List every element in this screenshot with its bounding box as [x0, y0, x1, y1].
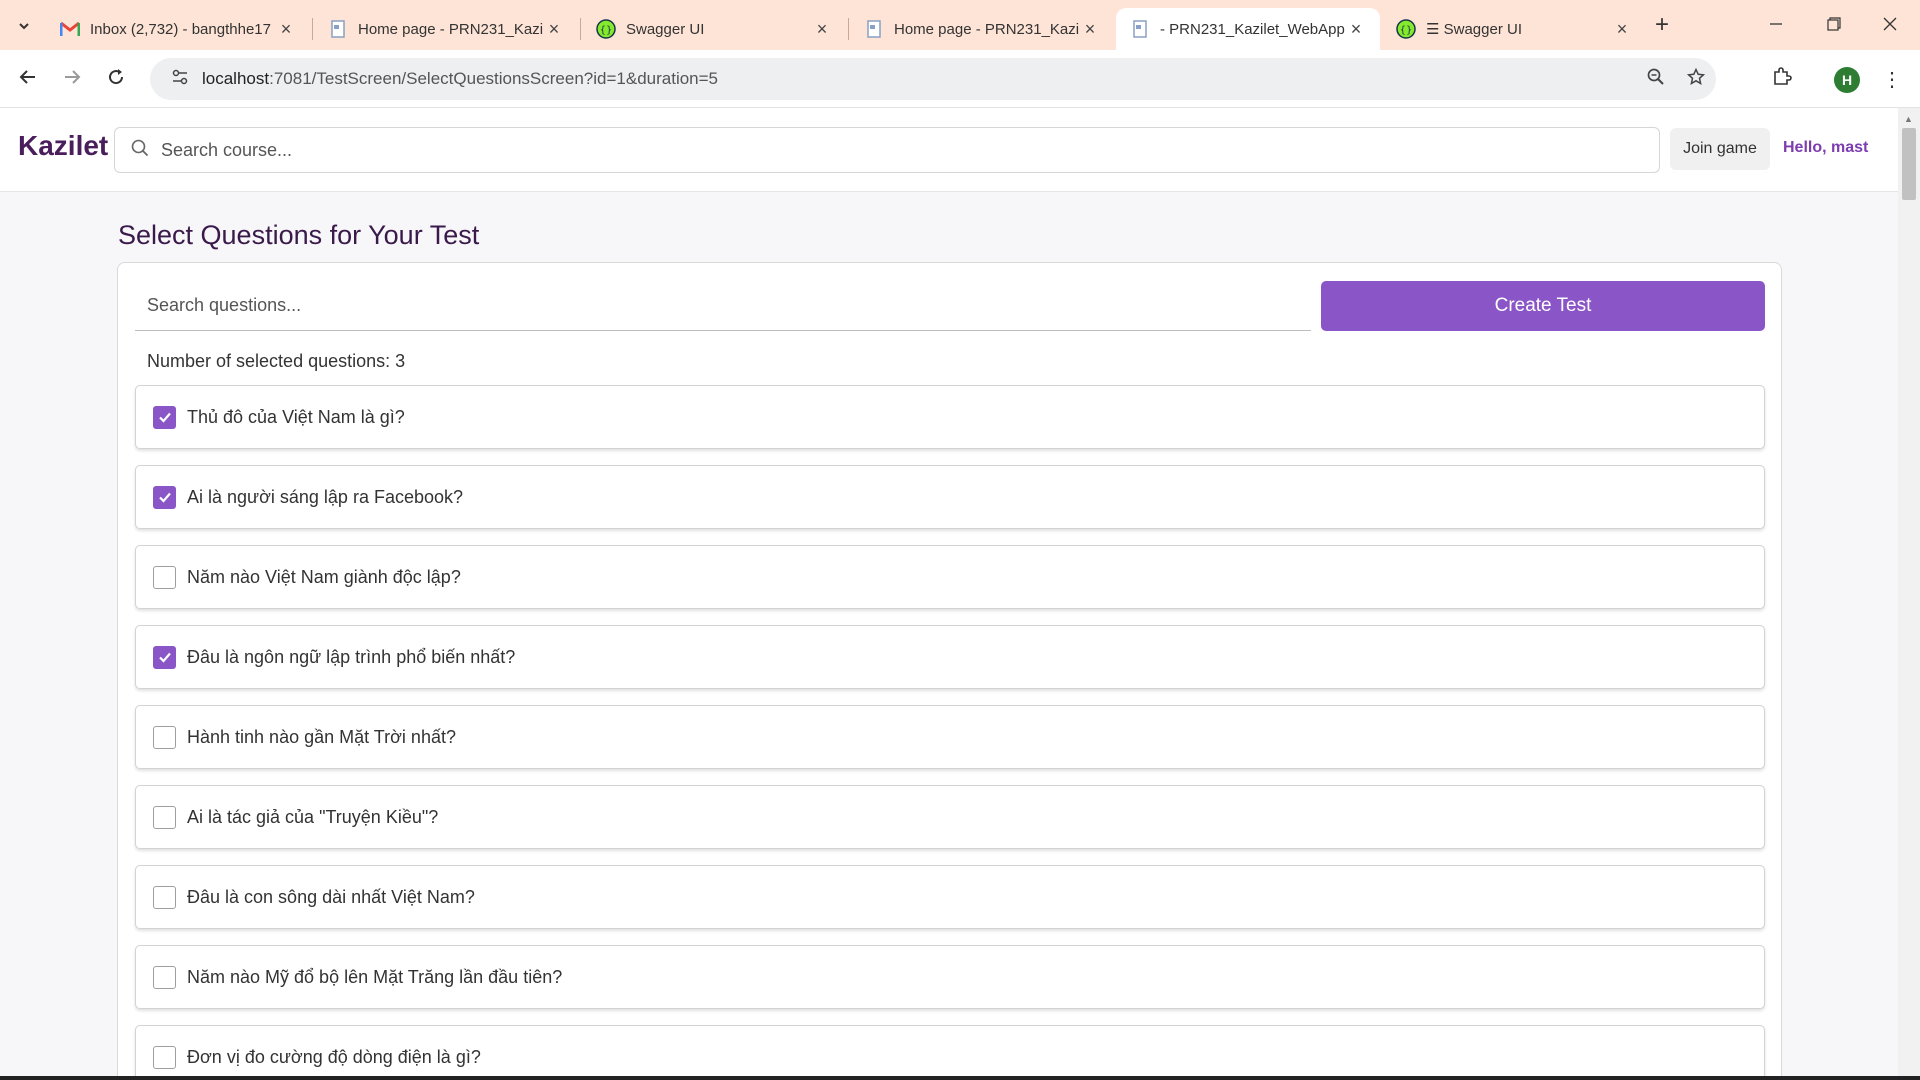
page-viewport: Kazilet Join game Hello, mast Select Que…	[0, 108, 1898, 1080]
forward-arrow-icon[interactable]	[56, 64, 88, 96]
site-header: Kazilet Join game Hello, mast	[0, 108, 1898, 192]
question-text: Đâu là ngôn ngữ lập trình phổ biến nhất?	[187, 646, 516, 667]
close-tab-icon[interactable]: ×	[812, 19, 832, 40]
bookmark-star-icon[interactable]	[1676, 67, 1716, 91]
close-tab-icon[interactable]: ×	[276, 19, 296, 40]
search-icon	[129, 139, 151, 162]
question-list: Thủ đô của Việt Nam là gì? Ai là người sá…	[135, 385, 1765, 1080]
question-search-input[interactable]	[135, 281, 1311, 331]
question-text: Ai là tác giả của "Truyện Kiều"?	[187, 806, 439, 827]
tab-title: Home page - PRN231_Kazilet	[894, 20, 1080, 38]
profile-avatar[interactable]: H	[1834, 67, 1860, 93]
close-tab-icon[interactable]: ×	[1612, 19, 1632, 40]
tab-title: Swagger UI	[626, 20, 705, 38]
close-tab-icon[interactable]: ×	[1346, 19, 1366, 40]
checkmark-icon	[158, 492, 171, 503]
question-checkbox[interactable]	[153, 1045, 176, 1069]
reload-icon[interactable]	[100, 64, 132, 96]
question-item[interactable]: Đâu là con sông dài nhất Việt Nam?	[135, 865, 1765, 929]
browser-tab-swagger-1[interactable]: {} Swagger UI ×	[582, 8, 846, 50]
create-test-button[interactable]: Create Test	[1321, 281, 1765, 331]
question-item[interactable]: Đâu là ngôn ngữ lập trình phổ biến nhất?	[135, 625, 1765, 689]
browser-tab-home-2[interactable]: Home page - PRN231_Kazilet ×	[850, 8, 1114, 50]
question-checkbox-checked[interactable]	[153, 405, 176, 429]
restore-icon[interactable]	[1814, 10, 1854, 40]
tab-title: Home page - PRN231_Kazilet	[358, 20, 544, 38]
join-game-button[interactable]: Join game	[1670, 128, 1770, 170]
question-checkbox[interactable]	[153, 805, 176, 829]
question-checkbox[interactable]	[153, 965, 176, 989]
selected-count-text: Number of selected questions: 3	[147, 351, 406, 371]
browser-tab-active[interactable]: - PRN231_Kazilet_WebApp ×	[1116, 8, 1380, 50]
zoom-icon[interactable]	[1636, 68, 1676, 91]
question-text: Hành tinh nào gần Mặt Trời nhất?	[187, 726, 456, 747]
user-greeting-link[interactable]: Hello, mast	[1783, 139, 1868, 157]
question-text: Đơn vị đo cường độ dòng điện là gì?	[187, 1046, 481, 1067]
course-search-input[interactable]	[161, 139, 1659, 161]
browser-tab-bar: Inbox (2,732) - bangthhe17 × Home page -…	[0, 0, 1920, 50]
question-text: Ai là người sáng lập ra Facebook?	[187, 486, 464, 507]
question-text: Thủ đô của Việt Nam là gì?	[187, 406, 405, 427]
question-item[interactable]: Đơn vị đo cường độ dòng điện là gì?	[135, 1025, 1765, 1080]
svg-text:{}: {}	[1400, 25, 1413, 36]
tab-divider	[580, 18, 581, 40]
question-checkbox[interactable]	[153, 725, 176, 749]
swagger-icon: {}	[596, 19, 616, 39]
scrollbar-thumb[interactable]	[1902, 128, 1916, 200]
question-text: Năm nào Việt Nam giành độc lập?	[187, 566, 461, 587]
brand-logo[interactable]: Kazilet	[18, 130, 108, 162]
page-scrollbar[interactable]: ▲	[1898, 108, 1920, 1080]
tab-title: ☰ Swagger UI	[1426, 21, 1522, 38]
new-tab-plus-icon[interactable]: +	[1648, 12, 1676, 40]
tab-search-chevron-icon[interactable]	[10, 12, 38, 40]
page-icon	[864, 19, 884, 39]
tab-title: Inbox (2,732) - bangthhe17	[90, 20, 271, 38]
page-title: Select Questions for Your Test	[118, 220, 480, 250]
page-icon	[328, 19, 348, 39]
svg-text:{}: {}	[600, 25, 613, 36]
browser-tab-home-1[interactable]: Home page - PRN231_Kazilet ×	[314, 8, 578, 50]
tab-title: - PRN231_Kazilet_WebApp	[1160, 20, 1345, 38]
browser-menu-icon[interactable]: ⋮	[1880, 64, 1904, 96]
close-tab-icon[interactable]: ×	[544, 19, 564, 40]
url-path: :7081/TestScreen/SelectQuestionsScreen?i…	[269, 69, 719, 88]
screen-bottom-edge	[0, 1076, 1920, 1080]
checkmark-icon	[158, 652, 171, 663]
course-search-box[interactable]	[114, 127, 1660, 173]
minimize-icon[interactable]	[1756, 10, 1796, 40]
back-arrow-icon[interactable]	[12, 64, 44, 96]
question-checkbox[interactable]	[153, 885, 176, 909]
gmail-icon	[60, 19, 80, 39]
tab-divider	[848, 18, 849, 40]
question-item[interactable]: Năm nào Việt Nam giành độc lập?	[135, 545, 1765, 609]
question-item[interactable]: Hành tinh nào gần Mặt Trời nhất?	[135, 705, 1765, 769]
question-checkbox-checked[interactable]	[153, 485, 176, 509]
scroll-up-arrow-icon[interactable]: ▲	[1904, 114, 1913, 124]
question-item[interactable]: Ai là người sáng lập ra Facebook?	[135, 465, 1765, 529]
question-text: Năm nào Mỹ đổ bộ lên Mặt Trăng lần đầu t…	[187, 966, 563, 987]
url-text[interactable]: localhost:7081/TestScreen/SelectQuestion…	[202, 69, 1636, 89]
page-icon	[1130, 19, 1150, 39]
question-checkbox-checked[interactable]	[153, 645, 176, 669]
question-text: Đâu là con sông dài nhất Việt Nam?	[187, 886, 475, 907]
browser-toolbar: localhost:7081/TestScreen/SelectQuestion…	[0, 50, 1920, 108]
question-item[interactable]: Năm nào Mỹ đổ bộ lên Mặt Trăng lần đầu t…	[135, 945, 1765, 1009]
site-settings-icon[interactable]	[162, 69, 198, 90]
address-bar[interactable]: localhost:7081/TestScreen/SelectQuestion…	[150, 58, 1716, 100]
extensions-puzzle-icon[interactable]	[1766, 64, 1798, 96]
question-checkbox[interactable]	[153, 565, 176, 589]
checkmark-icon	[158, 412, 171, 423]
swagger-icon: {}	[1396, 19, 1416, 39]
close-window-icon[interactable]	[1870, 10, 1910, 40]
close-tab-icon[interactable]: ×	[1080, 19, 1100, 40]
question-panel: Create Test Number of selected questions…	[117, 262, 1782, 1080]
question-item[interactable]: Thủ đô của Việt Nam là gì?	[135, 385, 1765, 449]
tab-divider	[312, 18, 313, 40]
browser-tab-gmail[interactable]: Inbox (2,732) - bangthhe17 ×	[46, 8, 310, 50]
question-item[interactable]: Ai là tác giả của "Truyện Kiều"?	[135, 785, 1765, 849]
browser-tab-swagger-2[interactable]: {} ☰ Swagger UI ×	[1382, 8, 1646, 50]
url-host: localhost	[202, 69, 270, 88]
